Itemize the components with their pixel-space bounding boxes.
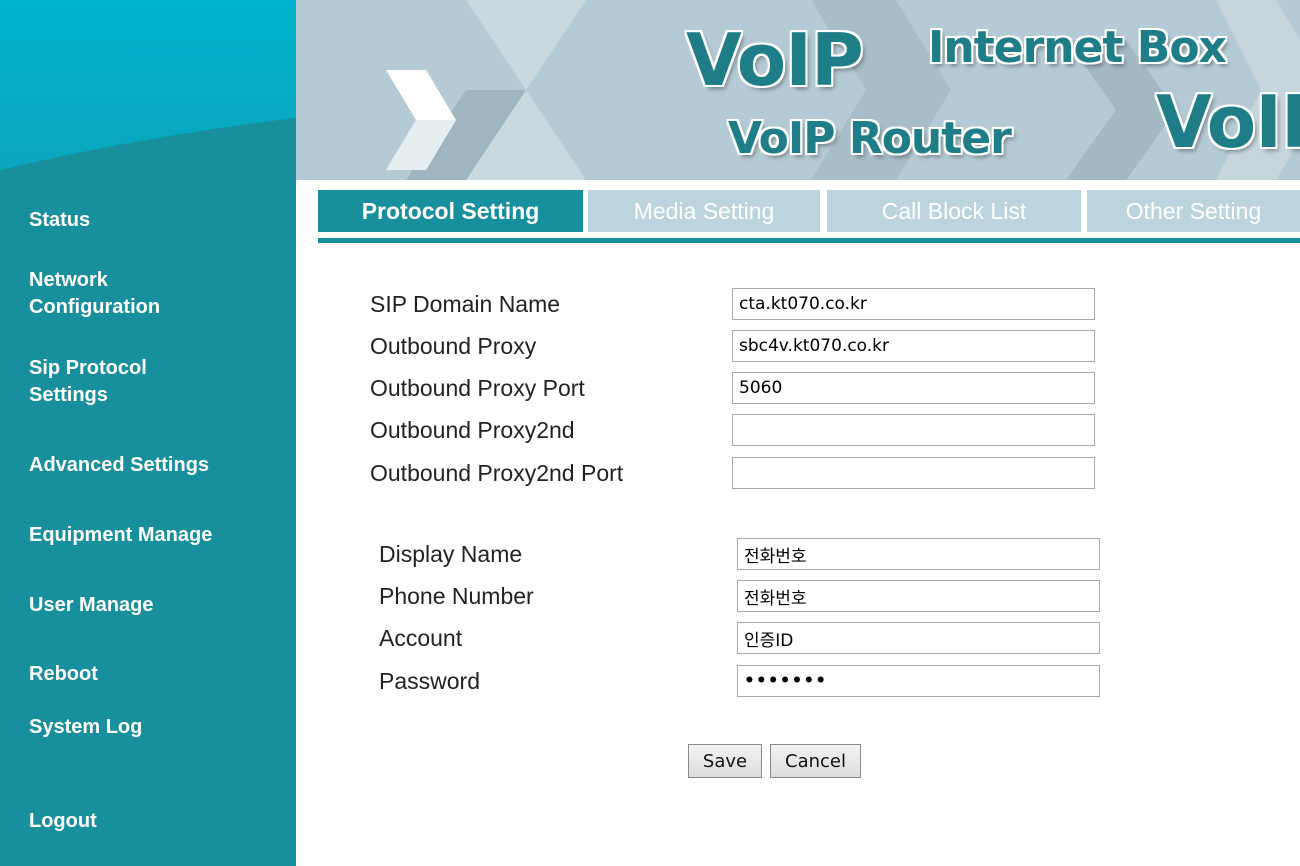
sidebar-item-system-log[interactable]: System Log: [29, 714, 289, 741]
logo-swoosh: [0, 0, 296, 170]
tab-underline: [318, 238, 1300, 243]
sidebar-item-reboot[interactable]: Reboot: [29, 661, 289, 688]
cancel-button[interactable]: Cancel: [770, 744, 861, 778]
header-banner: VoIP Internet Box VoIP Router VoIP: [296, 0, 1300, 180]
outbound-proxy-field[interactable]: [732, 330, 1095, 362]
sip-domain-name-field[interactable]: [732, 288, 1095, 320]
outbound-proxy-port-label: Outbound Proxy Port: [370, 375, 585, 401]
password-label: Password: [379, 668, 480, 694]
settings-tabs: Protocol Setting Media Setting Call Bloc…: [318, 190, 1300, 246]
sidebar-item-sip-protocol-settings[interactable]: Sip Protocol Settings: [29, 355, 289, 409]
sidebar: Status Network Configuration Sip Protoco…: [0, 0, 296, 866]
account-field[interactable]: [737, 622, 1100, 654]
password-field[interactable]: [737, 665, 1100, 697]
phone-number-field[interactable]: [737, 580, 1100, 612]
outbound-proxy2nd-field[interactable]: [732, 414, 1095, 446]
outbound-proxy2nd-port-label: Outbound Proxy2nd Port: [370, 460, 624, 486]
banner-internet-box: Internet Box: [928, 22, 1227, 73]
tab-media-setting[interactable]: Media Setting: [588, 190, 820, 232]
tab-call-block-list[interactable]: Call Block List: [827, 190, 1081, 232]
sidebar-item-network-configuration[interactable]: Network Configuration: [29, 267, 289, 321]
banner-voip-router: VoIP Router: [728, 113, 1012, 164]
outbound-proxy-label: Outbound Proxy: [370, 333, 537, 359]
outbound-proxy2nd-label: Outbound Proxy2nd: [370, 417, 575, 443]
sidebar-item-user-manage[interactable]: User Manage: [29, 592, 289, 619]
display-name-field[interactable]: [737, 538, 1100, 570]
outbound-proxy-port-field[interactable]: [732, 372, 1095, 404]
tab-other-setting[interactable]: Other Setting: [1087, 190, 1300, 232]
tab-protocol-setting[interactable]: Protocol Setting: [318, 190, 583, 232]
sidebar-item-equipment-manage[interactable]: Equipment Manage: [29, 522, 289, 549]
banner-voip-large: VoIP: [686, 18, 864, 102]
banner-voip-right: VoIP: [1156, 80, 1300, 164]
display-name-label: Display Name: [379, 541, 523, 567]
account-label: Account: [379, 625, 463, 651]
sidebar-item-advanced-settings[interactable]: Advanced Settings: [29, 452, 289, 479]
sidebar-item-logout[interactable]: Logout: [29, 808, 289, 835]
save-button[interactable]: Save: [688, 744, 762, 778]
sip-domain-name-label: SIP Domain Name: [370, 291, 561, 317]
phone-number-label: Phone Number: [379, 583, 534, 609]
outbound-proxy2nd-port-field[interactable]: [732, 457, 1095, 489]
sidebar-item-status[interactable]: Status: [29, 207, 289, 234]
